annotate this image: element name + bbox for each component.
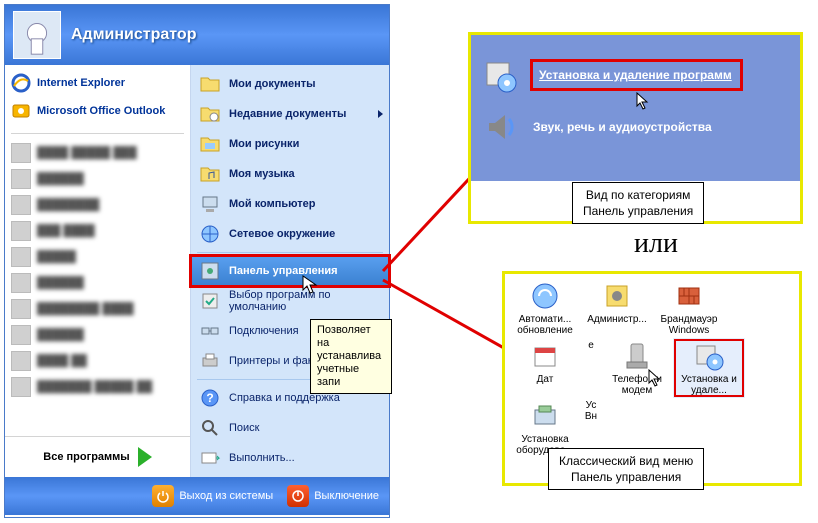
hardware-icon (529, 400, 561, 432)
recent-documents[interactable]: Недавние документы (191, 99, 389, 129)
mru-item[interactable]: █████ (11, 244, 184, 270)
svg-text:?: ? (206, 391, 213, 405)
search-icon (199, 417, 221, 439)
search[interactable]: Поиск (191, 413, 389, 443)
classic-item[interactable]: Администр... (581, 278, 653, 338)
logoff-button[interactable]: Выход из системы (152, 485, 273, 507)
folder-recent-icon (199, 103, 221, 125)
or-label: или (634, 228, 678, 260)
pinned-ie[interactable]: Internet Explorer (11, 69, 184, 97)
classic-item-add-remove[interactable]: Установка и удале... (673, 338, 745, 398)
pinned-outlook[interactable]: Microsoft Office Outlook (11, 97, 184, 125)
folder-music-icon (199, 163, 221, 185)
shutdown-icon (287, 485, 309, 507)
mru-item[interactable]: ████ ██ (11, 348, 184, 374)
mru-item[interactable]: ███ ████ (11, 218, 184, 244)
classic-item[interactable]: Автомати... обновление (509, 278, 581, 338)
logoff-icon (152, 485, 174, 507)
help-icon: ? (199, 387, 221, 409)
shutdown-button[interactable]: Выключение (287, 485, 379, 507)
my-computer[interactable]: Мой компьютер (191, 189, 389, 219)
add-remove-programs-icon (693, 340, 725, 372)
all-programs-button[interactable]: Все программы (5, 436, 190, 477)
my-documents[interactable]: Мои документы (191, 69, 389, 99)
run-icon (199, 447, 221, 469)
tooltip: Позволяет на устанавлива учетные запи (310, 319, 392, 394)
computer-icon (199, 193, 221, 215)
run[interactable]: Выполнить... (191, 443, 389, 473)
ie-icon (11, 73, 31, 93)
classic-item[interactable]: е (581, 338, 601, 398)
default-programs[interactable]: Выбор программ по умолчанию (191, 286, 389, 316)
outlook-icon (11, 101, 31, 121)
mru-item[interactable]: ███████ █████ ██ (11, 374, 184, 400)
admin-tools-icon (601, 280, 633, 312)
my-music[interactable]: Моя музыка (191, 159, 389, 189)
printer-icon (199, 350, 221, 372)
network-icon (199, 223, 221, 245)
caption-classic: Классический вид меню Панель управления (548, 448, 704, 490)
control-panel-icon (199, 260, 221, 282)
mru-item[interactable]: ██████ (11, 270, 184, 296)
arrow-right-icon (138, 447, 152, 467)
start-menu: Администратор Internet Explorer Microsof… (4, 4, 390, 518)
mru-item[interactable]: ██████ (11, 322, 184, 348)
user-avatar (13, 11, 61, 59)
classic-item[interactable]: Телефон и модем (601, 338, 673, 398)
mru-item[interactable]: ████████ ████ (11, 296, 184, 322)
control-panel[interactable]: Панель управления (191, 256, 389, 286)
classic-item[interactable]: Брандмауэр Windows (653, 278, 725, 338)
my-pictures[interactable]: Мои рисунки (191, 129, 389, 159)
date-icon (529, 340, 561, 372)
caption-category: Вид по категориям Панель управления (572, 182, 704, 224)
cursor-icon (648, 369, 662, 387)
classic-item[interactable]: Дат (509, 338, 581, 398)
start-menu-left: Internet Explorer Microsoft Office Outlo… (5, 65, 191, 477)
mru-item[interactable]: ████████ (11, 192, 184, 218)
cursor-icon (302, 275, 318, 295)
recent-programs-list: ████ █████ ███ ██████ ████████ ███ ████ … (5, 138, 190, 436)
phone-modem-icon (621, 340, 653, 372)
folder-pictures-icon (199, 133, 221, 155)
network-places[interactable]: Сетевое окружение (191, 219, 389, 249)
firewall-icon (673, 280, 705, 312)
sound-icon (481, 107, 521, 147)
folder-docs-icon (199, 73, 221, 95)
mru-item[interactable]: ████ █████ ███ (11, 140, 184, 166)
defaults-icon (199, 290, 221, 312)
mru-item[interactable]: ██████ (11, 166, 184, 192)
start-menu-header: Администратор (5, 5, 389, 65)
start-menu-footer: Выход из системы Выключение (5, 477, 389, 515)
connections-icon (199, 320, 221, 342)
add-remove-programs-icon (481, 55, 521, 95)
cursor-icon (636, 92, 650, 110)
update-icon (529, 280, 561, 312)
start-menu-right: Мои документы Недавние документы Мои рис… (191, 65, 389, 477)
user-name: Администратор (71, 26, 196, 44)
